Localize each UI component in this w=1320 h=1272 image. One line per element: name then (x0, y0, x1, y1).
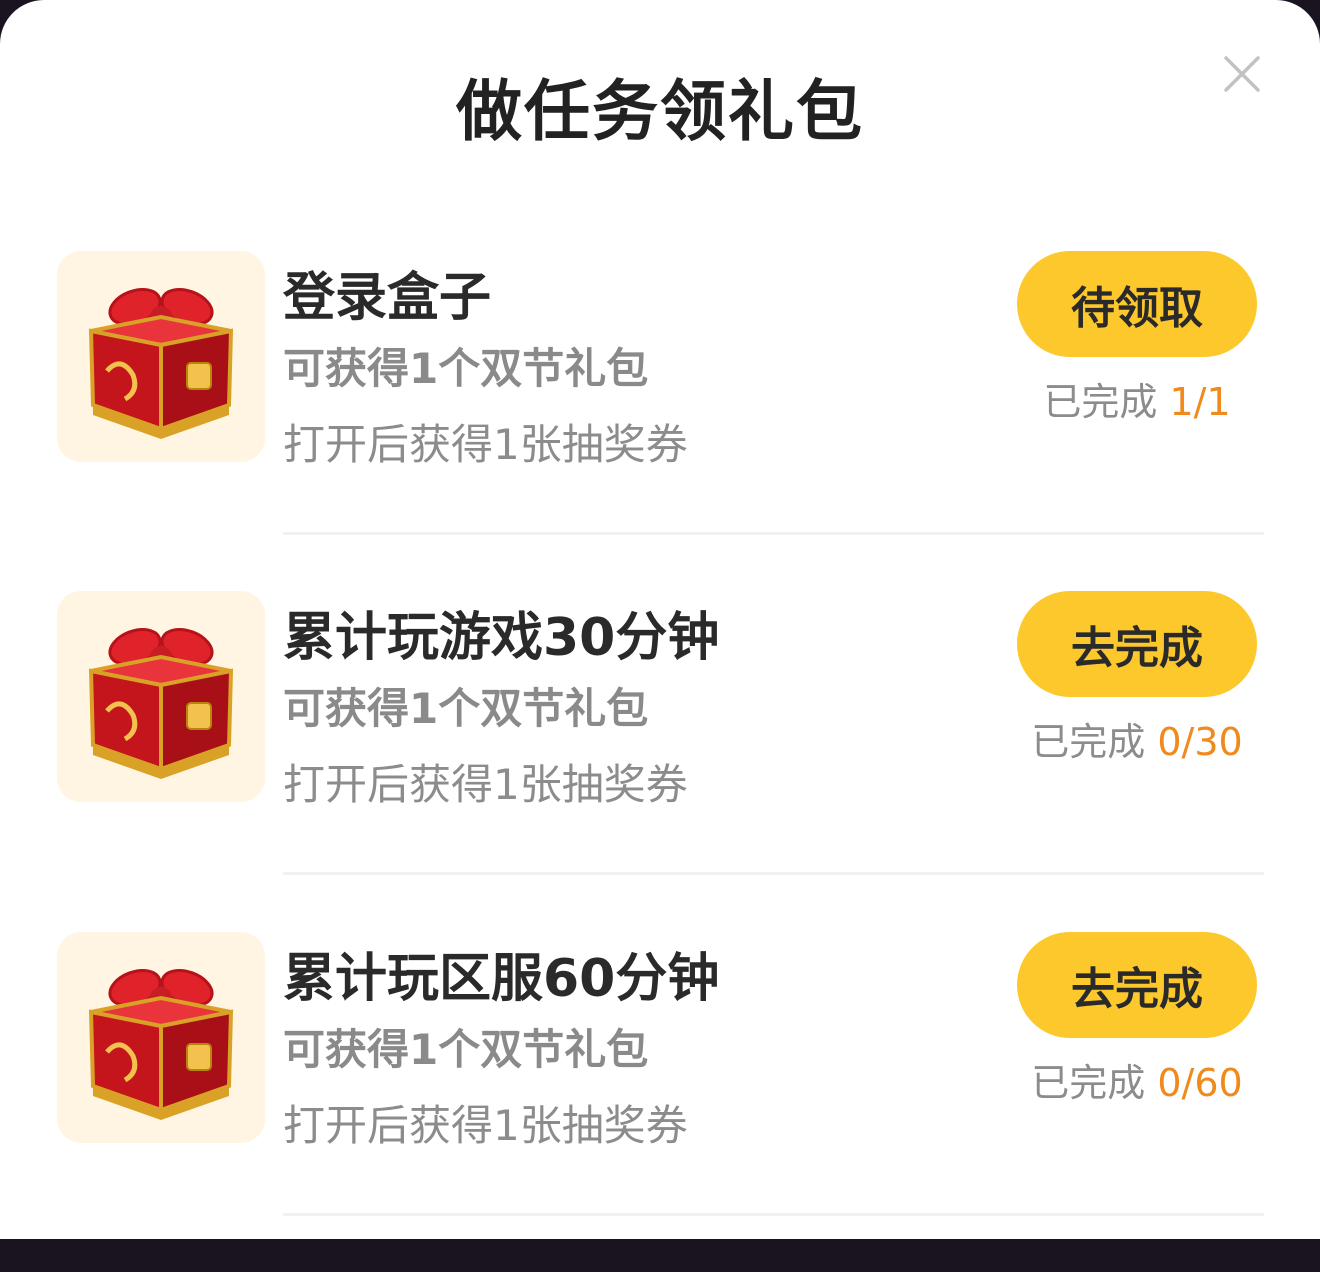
task-description: 打开后获得1张抽奖券 (283, 420, 688, 469)
task-thumbnail (57, 591, 265, 802)
task-thumbnail (57, 251, 265, 462)
task-progress: 已完成 1/1 (1017, 371, 1257, 426)
task-item: 登录盒子 可获得1个双节礼包 打开后获得1张抽奖券 待领取 已完成 1/1 (0, 251, 1320, 591)
gift-box-icon (88, 288, 234, 439)
task-name: 累计玩区服60分钟 (283, 949, 720, 1009)
task-name: 累计玩游戏30分钟 (283, 608, 720, 668)
task-modal: 做任务领礼包 登录盒子 可获得1个双节礼包 打开后获得1张抽奖券 待领取 已完成 (0, 0, 1320, 1239)
claim-button[interactable]: 待领取 (1017, 251, 1257, 357)
progress-value: 0/60 (1157, 1061, 1243, 1105)
task-progress: 已完成 0/30 (1017, 711, 1257, 766)
progress-label: 已完成 (1031, 720, 1146, 764)
modal-title: 做任务领礼包 (456, 73, 864, 150)
gift-box-icon (88, 969, 234, 1120)
task-description: 打开后获得1张抽奖券 (283, 1101, 688, 1150)
progress-label: 已完成 (1043, 380, 1158, 424)
progress-value: 0/30 (1157, 720, 1243, 764)
divider (283, 1213, 1264, 1216)
task-thumbnail (57, 932, 265, 1143)
task-item: 累计玩区服60分钟 可获得1个双节礼包 打开后获得1张抽奖券 去完成 已完成 0… (0, 932, 1320, 1272)
task-reward: 可获得1个双节礼包 (283, 344, 649, 393)
gift-box-icon (88, 628, 234, 779)
go-complete-button[interactable]: 去完成 (1017, 932, 1257, 1038)
task-description: 打开后获得1张抽奖券 (283, 760, 688, 809)
task-name: 登录盒子 (283, 268, 492, 328)
divider (283, 532, 1264, 535)
task-reward: 可获得1个双节礼包 (283, 1025, 649, 1074)
go-complete-button[interactable]: 去完成 (1017, 591, 1257, 697)
divider (283, 872, 1264, 875)
task-progress: 已完成 0/60 (1017, 1052, 1257, 1107)
progress-value: 1/1 (1169, 380, 1231, 424)
close-icon[interactable] (1222, 54, 1262, 94)
task-reward: 可获得1个双节礼包 (283, 684, 649, 733)
task-item: 累计玩游戏30分钟 可获得1个双节礼包 打开后获得1张抽奖券 去完成 已完成 0… (0, 591, 1320, 931)
progress-label: 已完成 (1031, 1061, 1146, 1105)
